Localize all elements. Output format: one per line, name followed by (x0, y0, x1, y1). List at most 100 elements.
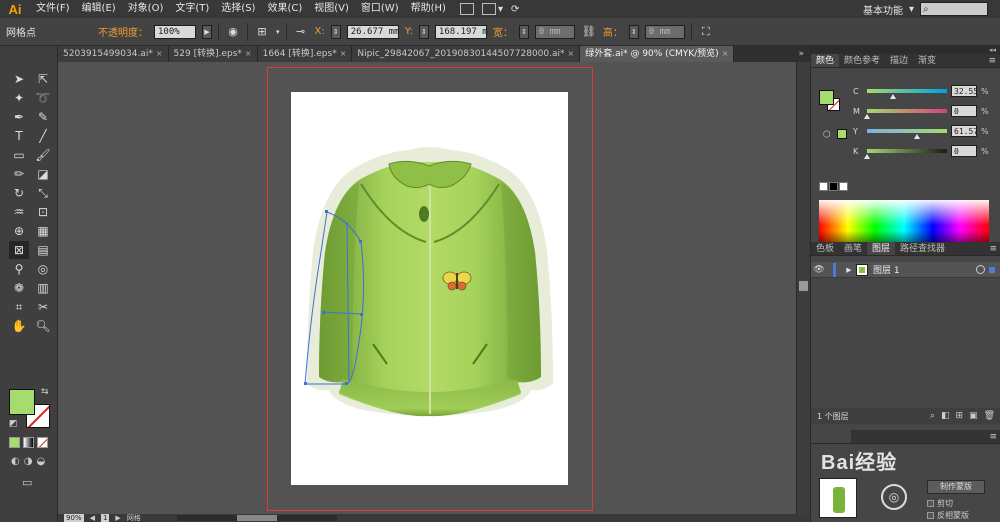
panel-menu-icon[interactable]: ≡ (988, 54, 1000, 67)
tab-layers[interactable]: 图层 (867, 242, 896, 255)
canvas-horizontal-scrollbar[interactable] (176, 515, 337, 521)
vertical-scroll-thumb[interactable] (799, 281, 808, 291)
tab-stroke[interactable]: 描边 (885, 54, 913, 67)
eye-icon[interactable]: 👁︎ (811, 265, 827, 275)
pen-tool-icon[interactable]: ✒ (9, 108, 29, 126)
menu-effect[interactable]: 效果(C) (261, 0, 308, 18)
mesh-tool-icon[interactable]: ⊠ (9, 241, 29, 259)
tab-color[interactable]: 颜色 (811, 54, 840, 67)
channel-slider-c[interactable] (867, 89, 947, 99)
fill-color-swatch[interactable] (9, 389, 35, 415)
menu-file[interactable]: 文件(F) (30, 0, 76, 18)
channel-value-y[interactable]: 61.57 (951, 125, 977, 137)
eraser-tool-icon[interactable]: ◪ (33, 165, 53, 183)
tab-gradient[interactable]: 渐变 (913, 54, 941, 67)
menu-edit[interactable]: 编辑(E) (76, 0, 122, 18)
doc-tab-4[interactable]: Nipic_29842067_20190830144507728000.ai* × (352, 46, 581, 62)
page-nav-next[interactable]: ▶ (115, 514, 120, 522)
eyedropper-tool-icon[interactable]: ⚲ (9, 260, 29, 278)
channel-value-m[interactable]: 0 (951, 105, 977, 117)
clip-checkbox[interactable] (927, 499, 934, 507)
close-icon[interactable]: × (722, 46, 729, 62)
artboard[interactable] (291, 92, 568, 485)
page-nav-prev[interactable]: ◀ (90, 514, 95, 522)
column-graph-tool-icon[interactable]: ▥ (33, 279, 53, 297)
color-mode-button[interactable] (9, 437, 20, 448)
out-of-gamut-icon[interactable]: ⬡ (823, 130, 831, 140)
trash-icon[interactable]: 🗑︎ (984, 411, 995, 421)
type-tool-icon[interactable]: T (9, 127, 29, 145)
slice-tool-icon[interactable]: ✂ (33, 298, 53, 316)
doc-tab-1[interactable]: 5203915499034.ai* × (58, 46, 169, 62)
close-icon[interactable]: × (245, 46, 252, 62)
layer-row[interactable]: 👁︎ ▶ 图层 1 (811, 262, 1000, 278)
constrain-proportions-icon[interactable]: ⛓ (581, 24, 597, 40)
draw-normal-icon[interactable]: ◐ (11, 456, 20, 467)
scale-tool-icon[interactable]: ⤡ (33, 184, 53, 202)
status-label[interactable]: 网格 (127, 514, 141, 522)
channel-slider-m[interactable] (864, 109, 947, 119)
x-stepper[interactable]: ⇕ (330, 24, 341, 39)
recolor-artwork-icon[interactable]: ◉ (225, 24, 241, 40)
arrange-documents-button[interactable]: ▾ (481, 3, 503, 15)
direct-selection-tool-icon[interactable]: ⇱ (33, 70, 53, 88)
anchor-convert-icon[interactable]: ⊸ (293, 24, 309, 40)
hand-tool-icon[interactable]: ✋ (9, 317, 29, 335)
clipping-mask-icon[interactable]: ◧ (941, 411, 950, 421)
invert-mask-checkbox-row[interactable]: 反相蒙版 (927, 510, 969, 520)
panel-menu-icon[interactable]: ≡ (989, 242, 1000, 255)
rectangle-tool-icon[interactable]: ▭ (9, 146, 29, 164)
height-input[interactable]: 0 mm (644, 24, 685, 39)
search-input[interactable]: ⌕ (920, 2, 988, 16)
tabs-overflow-button[interactable]: » (792, 46, 810, 62)
magic-wand-tool-icon[interactable]: ✦ (9, 89, 29, 107)
selection-tool-icon[interactable]: ➤ (9, 70, 29, 88)
opacity-label[interactable]: 不透明度： (98, 24, 148, 39)
sync-button[interactable]: ⟳ (511, 4, 519, 15)
blend-tool-icon[interactable]: ◎ (33, 260, 53, 278)
menu-window[interactable]: 窗口(W) (355, 0, 405, 18)
width-stepper[interactable]: ⇕ (518, 24, 529, 39)
y-stepper[interactable]: ⇕ (418, 24, 429, 39)
expand-triangle-icon[interactable]: ▶ (842, 266, 856, 274)
bridge-button[interactable] (459, 3, 474, 15)
panel-menu-icon[interactable]: ≡ (989, 430, 1000, 443)
shape-builder-tool-icon[interactable]: ⊕ (9, 222, 29, 240)
close-icon[interactable]: × (568, 46, 575, 62)
doc-tab-2[interactable]: 529 [转换].eps* × (168, 46, 258, 62)
zoom-level-field[interactable]: 90% (64, 514, 84, 522)
perspective-grid-tool-icon[interactable]: ▦ (33, 222, 53, 240)
symbol-sprayer-tool-icon[interactable]: ❁ (9, 279, 29, 297)
tab-swatches[interactable]: 色板 (811, 242, 839, 255)
slider-thumb[interactable] (864, 114, 870, 119)
line-segment-tool-icon[interactable]: ╱ (33, 127, 53, 145)
panel-fill-swatch[interactable] (819, 90, 834, 105)
new-layer-icon[interactable]: ▣ (969, 411, 978, 421)
gradient-mode-button[interactable] (23, 437, 34, 448)
menu-view[interactable]: 视图(V) (308, 0, 355, 18)
rotate-tool-icon[interactable]: ↻ (9, 184, 29, 202)
canvas-vertical-scrollbar[interactable] (796, 62, 810, 514)
make-mask-button[interactable]: 制作蒙版 (927, 480, 985, 494)
channel-value-c[interactable]: 32.55 (951, 85, 977, 97)
zoom-tool-icon[interactable]: 🔍︎ (33, 317, 53, 335)
paintbrush-tool-icon[interactable]: 🖌 (33, 146, 53, 164)
tab-brushes[interactable]: 画笔 (839, 242, 867, 255)
white-swatch[interactable] (839, 182, 848, 191)
artboard-number-field[interactable]: 1 (100, 514, 110, 522)
channel-slider-y[interactable] (867, 129, 947, 139)
y-input[interactable]: 168.197 m (434, 24, 488, 39)
close-icon[interactable]: × (340, 46, 347, 62)
slider-thumb[interactable] (890, 94, 897, 99)
height-stepper[interactable]: ⇕ (628, 24, 639, 39)
dock-collapse-button[interactable]: ◂◂ (811, 46, 1000, 54)
tab-transparency[interactable] (811, 430, 851, 443)
isolate-object-icon[interactable]: ⛶ (698, 24, 714, 40)
doc-tab-active[interactable]: 绿外套.ai* @ 90% (CMYK/预览) × (580, 46, 735, 62)
jacket-artwork[interactable] (291, 92, 568, 485)
screen-mode-icon[interactable]: ▭ (22, 476, 32, 489)
menu-select[interactable]: 选择(S) (215, 0, 261, 18)
opacity-dropdown-button[interactable]: ▶ (202, 24, 212, 39)
pencil-tool-icon[interactable]: ✏ (9, 165, 29, 183)
horizontal-scroll-thumb[interactable] (236, 515, 277, 521)
